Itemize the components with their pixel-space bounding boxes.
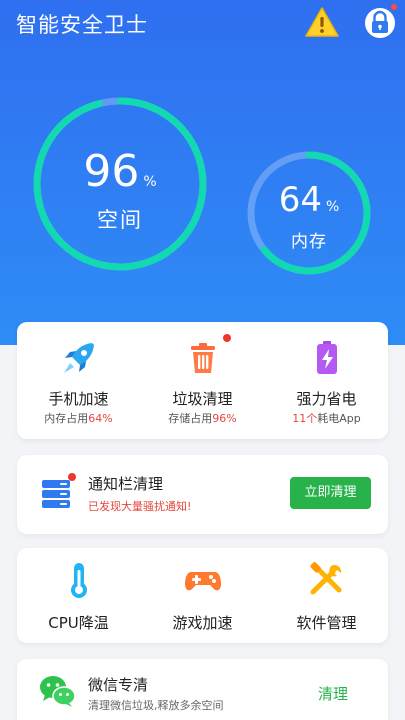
junk-clean-item[interactable]: 垃圾清理 存储占用96% [141,322,264,439]
memory-percent: 64 [278,180,322,220]
wechat-title: 微信专清 [88,676,149,694]
memory-unit: % [325,199,340,215]
cpu-cooling-item[interactable]: CPU降温 [17,548,140,643]
notification-subtitle: 已发现大量骚扰通知! [88,500,192,513]
memory-value: 64% [246,180,372,220]
junk-clean-sub-value: 96% [212,412,237,425]
game-boost-item[interactable]: 游戏加速 [141,548,264,643]
notification-alert-dot [68,473,76,481]
power-save-item[interactable]: 强力省电 11个耗电App [265,322,388,439]
junk-clean-label: 垃圾清理 [172,390,233,408]
phone-speedup-item[interactable]: 手机加速 内存占用64% [17,322,140,439]
tools-card: CPU降温 游戏加速 软件管理 [17,548,388,643]
phone-speedup-sub-value: 64% [88,412,113,425]
space-percent: 96 [83,146,140,197]
wechat-subtitle: 清理微信垃圾,释放多余空间 [88,699,224,712]
cpu-cooling-label: CPU降温 [48,614,109,632]
space-unit: % [143,174,157,190]
clean-now-button[interactable]: 立即清理 [290,477,371,509]
gamepad-icon [185,572,221,591]
space-label: 空间 [97,208,143,232]
warning-icon[interactable] [304,4,340,40]
space-ring[interactable]: 96% 空间 [32,96,208,272]
memory-label: 内存 [291,232,327,252]
wechat-icon [40,676,76,707]
hero-panel: 智能安全卫士 96% 空间 64% 内存 [0,0,405,345]
junk-clean-sub: 存储占用96% [141,410,264,426]
wechat-card[interactable]: 微信专清 清理微信垃圾,释放多余空间 清理 [17,659,388,720]
battery-icon [317,341,337,374]
notification-card[interactable]: 通知栏清理 已发现大量骚扰通知! 立即清理 [17,455,388,534]
software-manage-label: 软件管理 [296,614,357,632]
trash-icon [191,343,215,373]
phone-speedup-sub: 内存占用64% [17,410,140,426]
thermometer-icon [71,563,87,598]
wechat-clean-button[interactable]: 清理 [318,683,348,704]
junk-clean-sub-text: 存储占用 [168,412,213,425]
rocket-icon [64,343,94,373]
phone-speedup-label: 手机加速 [48,390,109,408]
app-title: 智能安全卫士 [16,13,148,37]
game-boost-label: 游戏加速 [172,614,233,632]
phone-speedup-sub-text: 内存占用 [44,412,89,425]
lock-notification-dot [391,4,397,10]
power-save-sub-value: 11个 [292,412,318,425]
memory-ring[interactable]: 64% 内存 [246,150,372,276]
power-save-sub: 11个耗电App [265,410,388,426]
notification-title: 通知栏清理 [88,475,164,493]
power-save-sub-text: 耗电App [317,412,361,425]
power-save-label: 强力省电 [296,390,357,408]
software-manage-item[interactable]: 软件管理 [265,548,388,643]
feature-card: 手机加速 内存占用64% 垃圾清理 存储占用96% 强力省电 11个耗电App [17,322,388,439]
junk-alert-dot [223,334,231,342]
space-value: 96% [32,146,208,197]
tools-icon [310,562,342,595]
